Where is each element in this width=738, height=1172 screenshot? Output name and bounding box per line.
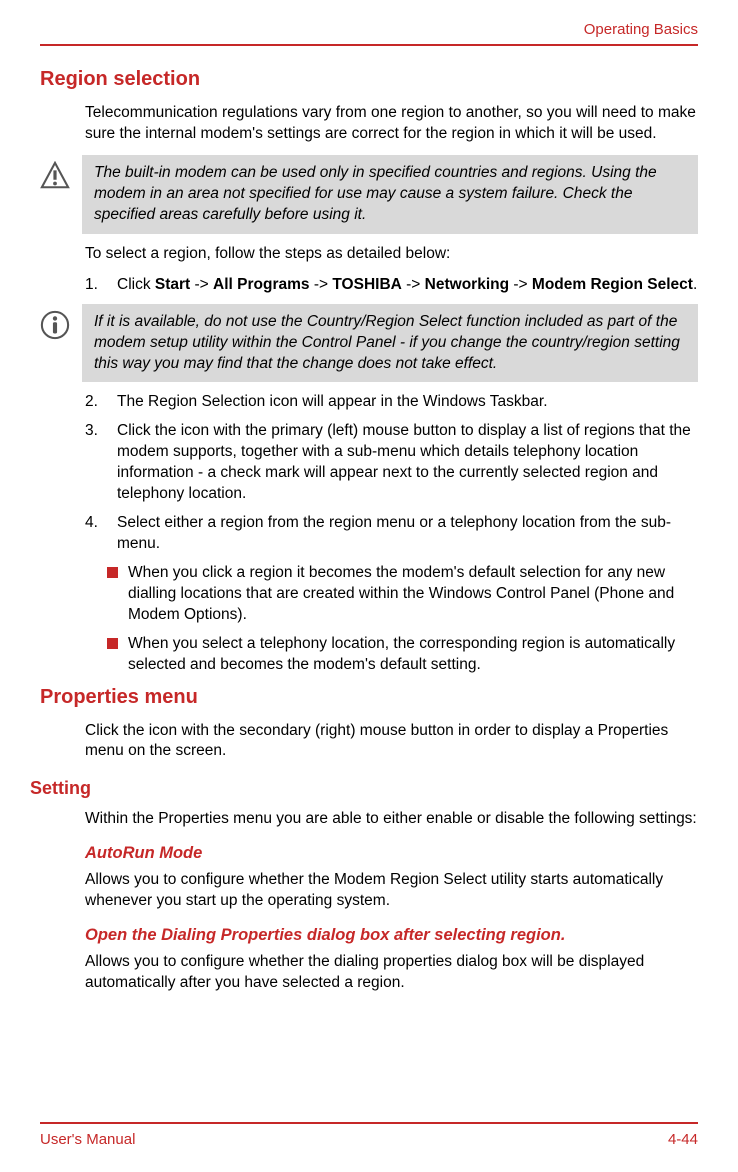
step1-post: . <box>693 276 697 293</box>
paragraph-properties: Click the icon with the secondary (right… <box>85 721 698 763</box>
step-4-bullet-2-body: When you select a telephony location, th… <box>128 634 698 676</box>
nav-networking: Networking <box>425 276 509 293</box>
paragraph-setting-intro: Within the Properties menu you are able … <box>85 809 698 830</box>
square-bullet-icon <box>107 638 118 649</box>
heading-region-selection: Region selection <box>40 66 698 93</box>
step-number: 1. <box>85 275 107 296</box>
step-number: 3. <box>85 421 107 505</box>
warning-icon <box>40 161 70 191</box>
step-4-bullet-1-body: When you click a region it becomes the m… <box>128 563 698 626</box>
page-content: Region selection Telecommunication regul… <box>40 66 698 994</box>
nav-sep: -> <box>310 276 333 293</box>
step-4-body: Select either a region from the region m… <box>117 513 698 555</box>
callout-info: If it is available, do not use the Count… <box>40 304 698 383</box>
callout-warning-body: The built-in modem can be used only in s… <box>82 155 698 234</box>
nav-toshiba: TOSHIBA <box>332 276 401 293</box>
step-number: 2. <box>85 392 107 413</box>
paragraph-intro: Telecommunication regulations vary from … <box>85 103 698 145</box>
callout-info-body: If it is available, do not use the Count… <box>82 304 698 383</box>
step-4-bullet-2: When you select a telephony location, th… <box>107 634 698 676</box>
footer-left: User's Manual <box>40 1130 135 1150</box>
nav-modem-region-select: Modem Region Select <box>532 276 693 293</box>
step-1: 1. Click Start -> All Programs -> TOSHIB… <box>85 275 698 296</box>
info-icon <box>40 310 70 340</box>
nav-sep: -> <box>509 276 532 293</box>
nav-all-programs: All Programs <box>213 276 309 293</box>
nav-sep: -> <box>402 276 425 293</box>
paragraph-steps-intro: To select a region, follow the steps as … <box>85 244 698 265</box>
heading-autorun-mode: AutoRun Mode <box>85 842 698 864</box>
paragraph-dialing-props: Allows you to configure whether the dial… <box>85 952 698 994</box>
step-2: 2. The Region Selection icon will appear… <box>85 392 698 413</box>
step-4: 4. Select either a region from the regio… <box>85 513 698 555</box>
paragraph-autorun: Allows you to configure whether the Mode… <box>85 870 698 912</box>
step-number: 4. <box>85 513 107 555</box>
square-bullet-icon <box>107 567 118 578</box>
step1-pre: Click <box>117 276 155 293</box>
callout-warning: The built-in modem can be used only in s… <box>40 155 698 234</box>
nav-sep: -> <box>190 276 213 293</box>
step-1-body: Click Start -> All Programs -> TOSHIBA -… <box>117 275 698 296</box>
step-3-body: Click the icon with the primary (left) m… <box>117 421 698 505</box>
step-3: 3. Click the icon with the primary (left… <box>85 421 698 505</box>
heading-properties-menu: Properties menu <box>40 684 698 711</box>
page-footer: User's Manual 4-44 <box>40 1122 698 1150</box>
step-4-bullet-1: When you click a region it becomes the m… <box>107 563 698 626</box>
step-2-body: The Region Selection icon will appear in… <box>117 392 698 413</box>
footer-right: 4-44 <box>668 1130 698 1150</box>
heading-open-dialing-props: Open the Dialing Properties dialog box a… <box>85 924 698 946</box>
running-header: Operating Basics <box>40 20 698 46</box>
heading-setting: Setting <box>30 776 698 800</box>
nav-start: Start <box>155 276 190 293</box>
